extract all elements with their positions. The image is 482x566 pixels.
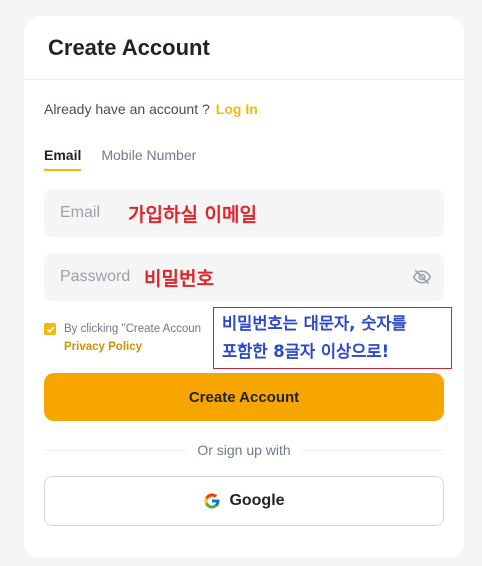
- login-row: Already have an account ? Log In: [44, 101, 258, 117]
- tab-mobile-number[interactable]: Mobile Number: [101, 147, 196, 171]
- login-link[interactable]: Log In: [216, 101, 258, 117]
- terms-agreement: By clicking "Create Accoun Privacy Polic…: [44, 320, 201, 356]
- eye-off-icon[interactable]: [412, 267, 432, 287]
- email-annotation: 가입하실 이메일: [128, 203, 257, 226]
- password-annotation: 비밀번호: [144, 267, 214, 290]
- create-account-card: Create Account Already have an account ?…: [24, 16, 464, 558]
- signup-method-tabs: Email Mobile Number: [44, 147, 196, 171]
- privacy-policy-link[interactable]: Privacy Policy: [64, 338, 201, 356]
- google-logo-icon: [204, 493, 220, 509]
- terms-checkbox[interactable]: [44, 323, 56, 335]
- email-field[interactable]: [44, 204, 118, 222]
- email-field-container: 가입하실 이메일: [44, 189, 444, 237]
- password-rule-note: 비밀번호는 대문자, 숫자를 포함한 8글자 이상으로!: [213, 307, 452, 369]
- password-field-container: 비밀번호: [44, 253, 444, 301]
- terms-text: By clicking "Create Accoun Privacy Polic…: [64, 320, 201, 356]
- divider-label: Or sign up with: [197, 442, 291, 458]
- tab-email[interactable]: Email: [44, 147, 82, 171]
- password-rule-line-1: 비밀번호는 대문자, 숫자를: [222, 314, 407, 333]
- google-signup-button[interactable]: Google: [44, 476, 444, 526]
- google-button-label: Google: [229, 492, 285, 509]
- social-divider: Or sign up with: [44, 440, 444, 460]
- page-title: Create Account: [48, 34, 210, 60]
- terms-sentence: By clicking "Create Accoun: [64, 323, 202, 335]
- login-prompt: Already have an account ?: [44, 101, 210, 117]
- password-field[interactable]: [44, 268, 134, 286]
- divider-line-left: [44, 449, 188, 451]
- checkmark-icon: [46, 326, 54, 333]
- card-header: Create Account: [24, 16, 464, 80]
- create-account-button[interactable]: Create Account: [44, 373, 444, 421]
- divider-line-right: [300, 449, 444, 451]
- password-rule-line-2: 포함한 8글자 이상으로!: [222, 342, 390, 361]
